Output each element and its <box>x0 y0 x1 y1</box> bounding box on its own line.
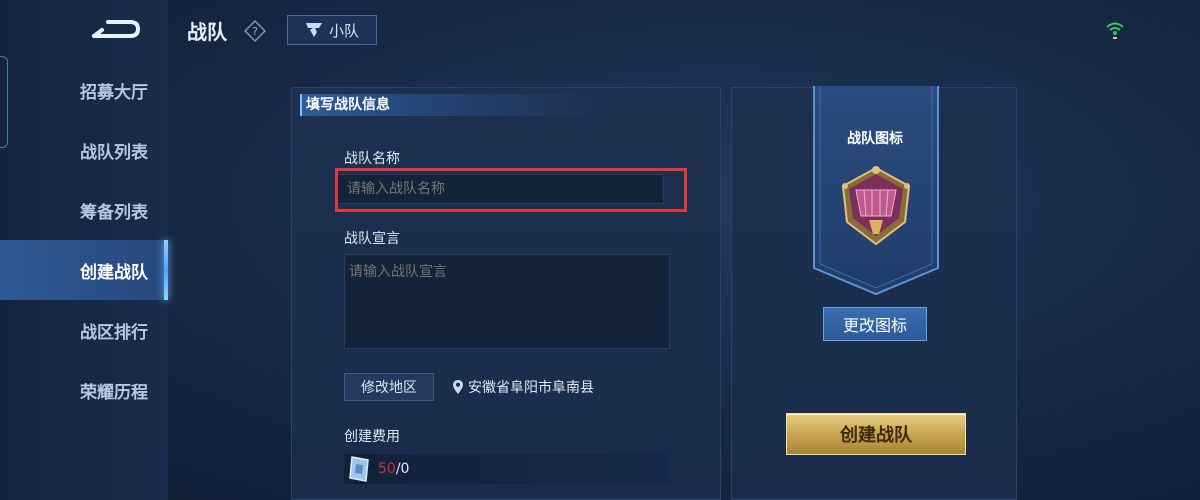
location-display: 安徽省阜阳市阜南县 <box>452 377 594 397</box>
back-icon[interactable] <box>90 14 142 44</box>
sidebar-item-label: 战区排行 <box>80 322 148 343</box>
sidebar-item-prep-list[interactable]: 筹备列表 <box>0 180 168 240</box>
sidebar-item-label: 招募大厅 <box>80 82 148 103</box>
change-icon-button[interactable]: 更改图标 <box>823 307 927 341</box>
team-voucher-icon <box>349 456 369 482</box>
location-text: 安徽省阜阳市阜南县 <box>468 380 594 396</box>
team-name-highlight <box>335 168 687 212</box>
tab-squad[interactable]: 小队 <box>287 15 377 45</box>
create-cost-display: 50/0 <box>344 454 670 484</box>
sidebar-item-label: 荣耀历程 <box>80 382 148 403</box>
sidebar-item-label: 筹备列表 <box>80 202 148 223</box>
sidebar-item-region-rank[interactable]: 战区排行 <box>0 300 168 360</box>
squad-emblem-icon <box>305 23 322 37</box>
sidebar-item-recruit-hall[interactable]: 招募大厅 <box>0 60 168 120</box>
page-title: 战队 <box>187 20 227 44</box>
team-name-label: 战队名称 <box>344 151 400 167</box>
help-icon[interactable]: ? <box>243 19 267 43</box>
create-team-button[interactable]: 创建战队 <box>786 413 966 455</box>
location-pin-icon <box>453 380 463 394</box>
create-cost-label: 创建费用 <box>344 429 400 445</box>
sidebar-item-label: 战队列表 <box>80 142 148 163</box>
team-icon-panel: 战队图标 更改图标 创建战队 <box>731 86 1017 500</box>
svg-text:?: ? <box>252 25 258 38</box>
sidebar-item-team-list[interactable]: 战队列表 <box>0 120 168 180</box>
change-region-button[interactable]: 修改地区 <box>344 373 434 401</box>
form-heading: 填写战队信息 <box>300 94 600 116</box>
squad-tab-label: 小队 <box>328 21 359 40</box>
team-slogan-input[interactable] <box>344 254 670 349</box>
cost-current: 50 <box>378 461 396 477</box>
team-emblem-icon[interactable] <box>831 160 921 250</box>
sidebar-item-label: 创建战队 <box>80 262 148 283</box>
cost-owned: /0 <box>395 461 410 477</box>
team-info-form: 填写战队信息 战队名称 战队宣言 修改地区 安徽省阜阳市阜南县 创建费用 50/… <box>291 87 721 500</box>
sidebar: 招募大厅 战队列表 筹备列表 创建战队 战区排行 荣耀历程 <box>0 0 168 500</box>
wifi-signal-icon <box>1104 18 1126 40</box>
team-icon-title: 战队图标 <box>847 131 903 147</box>
sidebar-item-glory-history[interactable]: 荣耀历程 <box>0 360 168 420</box>
sidebar-item-create-team[interactable]: 创建战队 <box>0 240 168 300</box>
team-slogan-label: 战队宣言 <box>344 231 400 247</box>
